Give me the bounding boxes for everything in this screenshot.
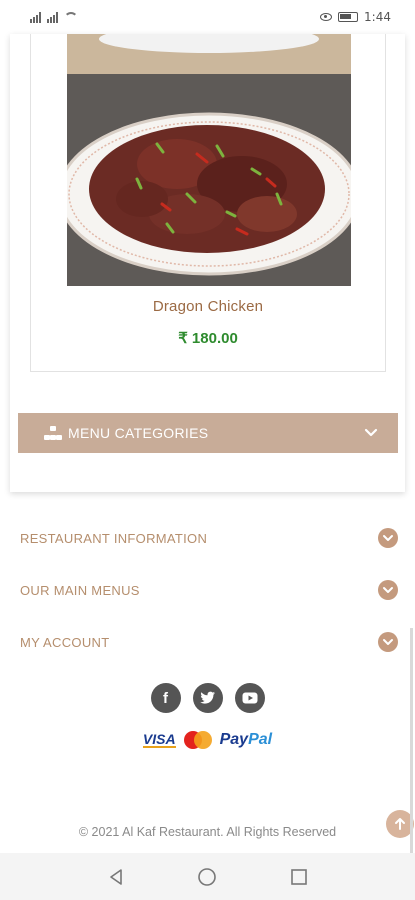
scrollbar[interactable] [410,628,413,853]
footer-section-label: RESTAURANT INFORMATION [20,530,208,546]
menu-categories-toggle[interactable]: MENU CATEGORIES [18,413,398,453]
footer-section-our-main-menus[interactable]: OUR MAIN MENUS [20,575,398,605]
status-time: 1:44 [364,10,391,24]
footer-section-label: MY ACCOUNT [20,634,110,650]
footer-section-restaurant-information[interactable]: RESTAURANT INFORMATION [20,523,398,553]
home-nav-icon[interactable] [195,865,219,889]
visa-logo: VISA [142,731,176,748]
youtube-icon[interactable] [234,683,265,713]
signal-icon [47,11,58,23]
battery-icon [338,12,359,22]
status-right: 1:44 [320,10,391,24]
paypal-logo: PayPal [219,731,273,748]
mastercard-logo [183,731,212,749]
eye-icon [320,13,333,21]
chevron-down-icon [378,580,398,600]
system-nav-bar [0,853,415,900]
twitter-icon[interactable] [192,683,223,713]
chevron-down-icon [378,528,398,548]
copyright-text: © 2021 Al Kaf Restaurant. All Rights Res… [78,825,337,839]
facebook-icon[interactable]: f [150,683,181,713]
social-links: f [0,683,415,713]
arrow-up-icon [395,818,405,830]
product-image[interactable] [67,34,351,286]
chevron-down-icon [378,632,398,652]
product-section: Dragon Chicken ₹ 180.00 MENU CATEGORIES [10,34,405,492]
product-card[interactable]: Dragon Chicken ₹ 180.00 [30,34,386,372]
footer-section-my-account[interactable]: MY ACCOUNT [20,627,398,657]
status-bar: 1:44 [0,0,415,34]
chevron-down-icon [362,424,380,442]
wifi-icon [64,12,78,22]
dragon-chicken-photo [67,34,351,286]
recents-nav-icon[interactable] [287,865,311,889]
product-price: ₹ 180.00 [178,330,238,347]
sitemap-icon [44,426,62,440]
footer-section-label: OUR MAIN MENUS [20,582,140,598]
signal-icon [30,11,41,23]
product-name[interactable]: Dragon Chicken [31,298,385,315]
menu-categories-label: MENU CATEGORIES [68,425,209,441]
payment-methods: VISA PayPal [0,731,415,749]
status-left [30,11,78,23]
back-nav-icon[interactable] [104,865,128,889]
